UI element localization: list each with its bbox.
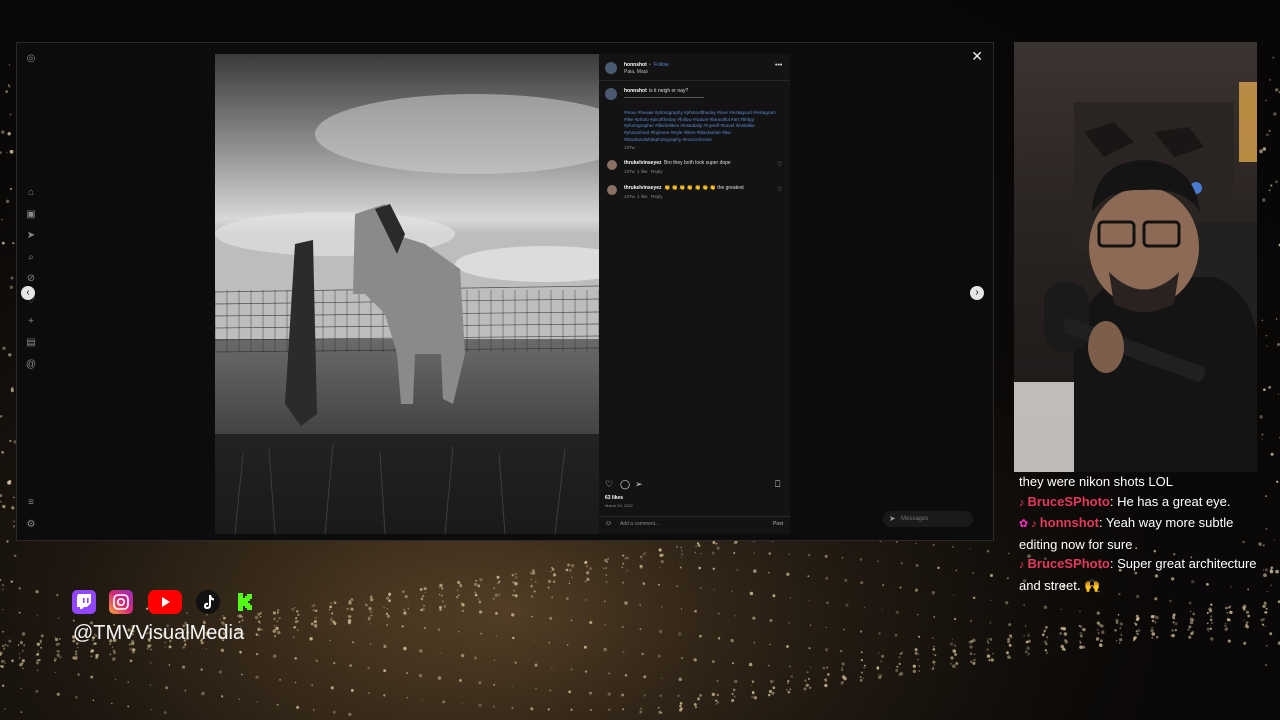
more-icon[interactable]: ⚙ <box>25 519 37 531</box>
messages-icon: ➤ <box>889 514 896 523</box>
threads-icon[interactable]: @ <box>25 359 37 371</box>
post-location[interactable]: Paia, Maui <box>624 69 648 75</box>
caption-author[interactable]: honnshot <box>624 88 647 94</box>
instagram-icon <box>109 590 133 614</box>
next-arrow-icon[interactable]: › <box>970 286 984 300</box>
tiktok-icon <box>196 590 220 614</box>
messages-label: Messages <box>901 516 929 522</box>
heart-icon[interactable]: ♡ <box>777 161 782 168</box>
twitch-icon <box>72 590 96 614</box>
share-icon[interactable]: ➢ <box>635 479 643 490</box>
search-icon[interactable]: ⌕ <box>25 252 37 264</box>
caption-underline <box>624 97 704 98</box>
chat-message: ♪ BruceSPhoto: Super great architecture a… <box>1019 554 1274 595</box>
avatar[interactable] <box>607 160 617 170</box>
chat-text: they were nikon shots LOL <box>1019 474 1173 489</box>
previous-arrow-icon[interactable]: ‹ <box>21 286 35 300</box>
more-options-icon[interactable]: ••• <box>775 62 782 69</box>
youtube-icon <box>148 590 182 614</box>
caption-time: 137w <box>624 145 635 150</box>
like-count[interactable]: 63 likes <box>605 495 623 501</box>
bookmark-icon[interactable]: ⎕ <box>775 479 780 490</box>
stream-chat: they were nikon shots LOL ♪ BruceSPhoto: … <box>1019 472 1274 595</box>
divider <box>599 516 790 517</box>
stream-canvas: ◎ ⌂ ▣ ➤ ⌕ ⊘ ♡ + ▤ @ ≡ ⚙ ✕ ‹ › honnshot •… <box>0 0 1280 720</box>
explore-icon[interactable]: ⊘ <box>25 273 37 285</box>
chat-message: they were nikon shots LOL <box>1019 472 1274 492</box>
comment-text: Bro they both look super dope <box>664 160 731 166</box>
comment-time: 137w <box>624 169 635 174</box>
emoji-icon[interactable]: ☺ <box>605 520 612 527</box>
comment-author[interactable]: thrukelvinseyez <box>624 185 662 191</box>
post-details-panel: honnshot • Follow Paia, Maui ••• honnsho… <box>599 54 790 534</box>
bullet-separator: • <box>649 62 651 68</box>
close-icon[interactable]: ✕ <box>971 48 983 65</box>
avatar[interactable] <box>605 88 617 100</box>
post-hashtags[interactable]: #maui #hawaii #photography #photooftheda… <box>624 110 779 144</box>
chat-text: : He has a great eye. <box>1109 493 1231 509</box>
heart-icon[interactable]: ♡ <box>777 186 782 193</box>
avatar[interactable] <box>607 185 617 195</box>
tiktok-badge-icon: ♪ <box>1019 496 1025 509</box>
chat-username[interactable]: BruceSPhoto <box>1028 556 1110 571</box>
reply-button[interactable]: Reply <box>651 169 663 174</box>
post-date: March 24, 2022 <box>605 503 633 508</box>
tiktok-badge-icon: ♪ <box>1019 559 1025 571</box>
create-icon[interactable]: + <box>25 316 37 328</box>
browser-window: ◎ ⌂ ▣ ➤ ⌕ ⊘ ♡ + ▤ @ ≡ ⚙ ✕ ‹ › honnshot •… <box>16 42 994 541</box>
webcam-feed <box>1014 42 1257 472</box>
chat-message: ♪ BruceSPhoto: He has a great eye. <box>1019 492 1274 514</box>
chat-message: ✿ ♪ honnshot: Yeah way more subtle editing… <box>1019 513 1274 554</box>
follow-button[interactable]: Follow <box>654 62 668 68</box>
kick-icon <box>234 590 258 614</box>
comment-likes[interactable]: 1 like <box>637 169 648 174</box>
post-author[interactable]: honnshot <box>624 62 647 68</box>
reels-icon[interactable]: ▣ <box>25 209 37 221</box>
post-actions: ♡ ◯ ➢ ⎕ <box>605 479 785 491</box>
chat-username[interactable]: BruceSPhoto <box>1028 494 1110 509</box>
comment-likes[interactable]: 1 like <box>637 194 648 199</box>
comment-author[interactable]: thrukelvinseyez <box>624 160 662 166</box>
channel-handle: @TMVVisualMedia <box>73 622 245 644</box>
post-caption: is it neigh or nay? <box>649 88 689 94</box>
comment-time: 137w <box>624 194 635 199</box>
post-comment-button[interactable]: Post <box>773 521 783 527</box>
instagram-icon[interactable]: ◎ <box>25 53 37 65</box>
chat-username[interactable]: honnshot <box>1040 515 1099 530</box>
comment-icon[interactable]: ◯ <box>620 479 630 490</box>
broadcaster-badge-icon: ✿ <box>1019 518 1029 530</box>
reply-button[interactable]: Reply <box>651 194 663 199</box>
messages-icon[interactable]: ➤ <box>25 230 37 242</box>
home-icon[interactable]: ⌂ <box>25 187 37 199</box>
comment-input[interactable]: Add a comment... <box>620 521 659 527</box>
menu-icon[interactable]: ≡ <box>25 497 37 509</box>
messages-button[interactable]: ➤ Messages <box>883 511 973 527</box>
like-icon[interactable]: ♡ <box>605 479 613 490</box>
reels2-icon[interactable]: ▤ <box>25 337 37 349</box>
tiktok-badge-icon: ♪ <box>1031 518 1037 530</box>
comment-text: 👏 👏 👏 👏 👏 👏 👏 the greatest <box>664 185 744 191</box>
post-photo <box>215 54 599 534</box>
divider <box>599 80 790 81</box>
avatar[interactable] <box>605 62 617 74</box>
